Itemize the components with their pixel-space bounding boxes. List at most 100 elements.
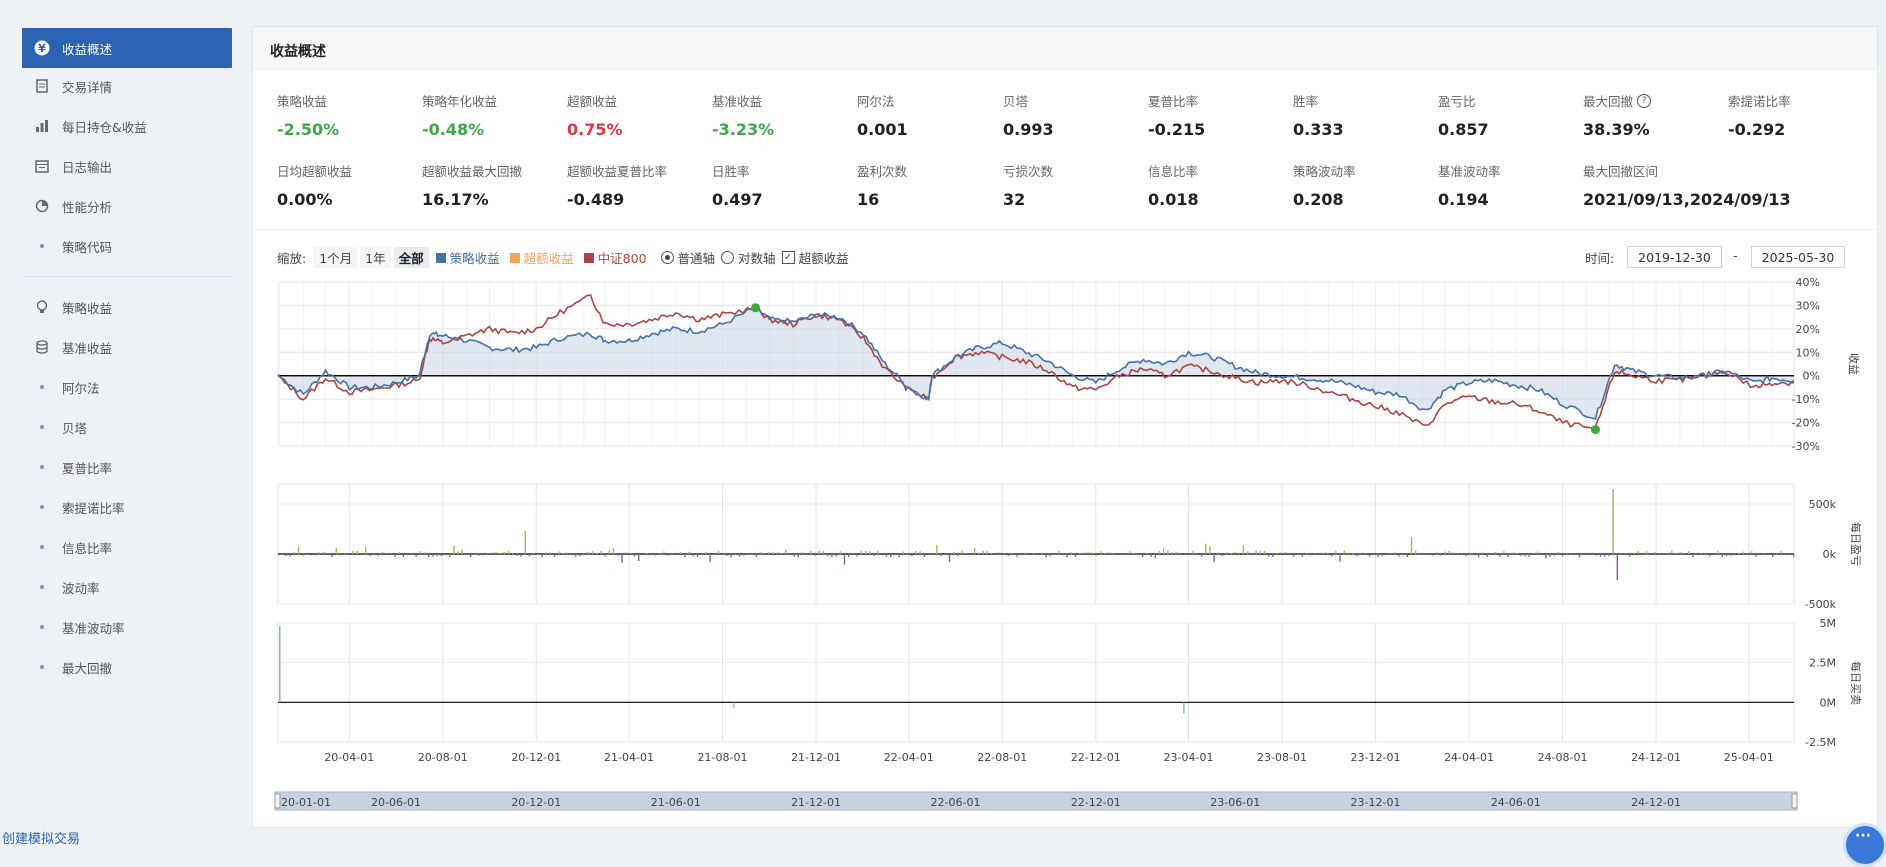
pnl-bar [340, 554, 341, 555]
pnl-bar [1596, 554, 1597, 556]
pnl-bar [1436, 552, 1437, 554]
pnl-bar [949, 554, 950, 562]
pnl-bar [1507, 554, 1508, 557]
pnl-bar [1654, 552, 1655, 554]
pnl-bar [516, 554, 517, 556]
pnl-bar [953, 552, 954, 554]
pnl-bar [575, 554, 576, 557]
pnl-bar [1730, 554, 1731, 556]
pnl-bar [1520, 554, 1521, 556]
pnl-bar [1234, 552, 1235, 554]
pnl-bar [1407, 554, 1408, 557]
pnl-bar [810, 551, 811, 554]
y-axis-title: 每日买卖 [1849, 661, 1863, 705]
pnl-bar [428, 554, 429, 557]
pnl-bar [546, 552, 547, 554]
pnl-bar [1113, 553, 1114, 554]
pnl-bar [1486, 554, 1487, 557]
y-tick-label: 40% [1796, 276, 1820, 289]
pnl-bar [541, 554, 542, 557]
chat-help-icon[interactable] [1843, 823, 1886, 867]
pnl-bar [1003, 553, 1004, 554]
pnl-bar [378, 554, 379, 556]
pnl-bar [1692, 554, 1693, 557]
pnl-bar [1717, 551, 1718, 554]
pnl-bar [1449, 551, 1450, 554]
x-tick-label: 21-12-01 [791, 751, 841, 764]
pnl-bar [294, 552, 295, 554]
pnl-bar [1029, 554, 1030, 555]
pnl-bar [1008, 554, 1009, 556]
pnl-bar [1327, 553, 1328, 554]
pnl-bar [1680, 552, 1681, 554]
pnl-bar [1146, 553, 1147, 554]
create-sim-trade-link[interactable]: 创建模拟交易 [2, 828, 80, 847]
pnl-bar [491, 552, 492, 554]
pnl-bar [1331, 554, 1332, 556]
pnl-bar [1482, 552, 1483, 554]
pnl-bar [1617, 554, 1618, 580]
navigator-tick-label: 23-06-01 [1210, 796, 1260, 809]
y-tick-label: 0M [1820, 696, 1837, 709]
pnl-bar [1554, 554, 1555, 556]
pnl-bar [1398, 554, 1399, 556]
pnl-bar [1142, 554, 1143, 557]
pnl-bar [898, 554, 899, 557]
pnl-bar [1096, 554, 1097, 555]
pnl-bar [1163, 548, 1164, 554]
pnl-bar [1461, 554, 1462, 555]
pnl-bar [1247, 551, 1248, 554]
pnl-bar [1751, 551, 1752, 554]
pnl-bar [1260, 551, 1261, 554]
pnl-bar [462, 550, 463, 554]
pnl-bar [903, 552, 904, 554]
y-tick-label: 5M [1820, 617, 1837, 630]
pnl-bar [609, 551, 610, 554]
pnl-bar [1264, 551, 1265, 554]
pnl-bar [890, 554, 891, 557]
pnl-bar [424, 552, 425, 554]
pnl-bar [1033, 553, 1034, 554]
x-tick-label: 20-04-01 [324, 751, 374, 764]
pnl-bar [1024, 553, 1025, 554]
plot-area-2 [278, 623, 1794, 742]
pnl-bar [651, 554, 652, 555]
pnl-bar [705, 552, 706, 554]
pnl-bar [373, 553, 374, 554]
pnl-bar [823, 551, 824, 554]
pnl-bar [613, 548, 614, 554]
navigator-handle-left [275, 794, 280, 808]
pnl-bar [1058, 551, 1059, 554]
plot-area-1 [278, 484, 1794, 604]
pnl-bar [369, 554, 370, 556]
pnl-bar [1159, 551, 1160, 554]
pnl-bar [1062, 554, 1063, 555]
pnl-bar [840, 551, 841, 554]
pnl-bar [663, 551, 664, 554]
pnl-bar [470, 554, 471, 557]
pnl-bar [1528, 554, 1529, 557]
pnl-bar [453, 546, 454, 554]
navigator-tick-label: 20-12-01 [511, 796, 561, 809]
pnl-bar [1722, 554, 1723, 557]
pnl-bar [361, 554, 362, 555]
x-tick-label: 24-08-01 [1538, 751, 1588, 764]
performance-charts[interactable]: 20-04-0120-08-0120-12-0121-04-0121-08-01… [0, 0, 1886, 848]
pnl-bar [1192, 551, 1193, 554]
pnl-bar [336, 548, 337, 554]
pnl-bar [1747, 554, 1748, 555]
pnl-bar [1470, 553, 1471, 554]
pnl-bar [680, 552, 681, 554]
pnl-bar [1016, 554, 1017, 557]
navigator-tick-label: 24-06-01 [1491, 796, 1541, 809]
pnl-bar [1377, 554, 1378, 557]
pnl-bar [1323, 553, 1324, 554]
y-tick-label: -10% [1792, 393, 1820, 406]
pnl-bar [1743, 552, 1744, 554]
pnl-bar [802, 552, 803, 554]
pnl-bar [1079, 553, 1080, 554]
pnl-bar [592, 551, 593, 554]
pnl-bar [1222, 554, 1223, 556]
y-tick-label: 0% [1803, 370, 1820, 383]
y-tick-label: 0k [1823, 548, 1837, 561]
